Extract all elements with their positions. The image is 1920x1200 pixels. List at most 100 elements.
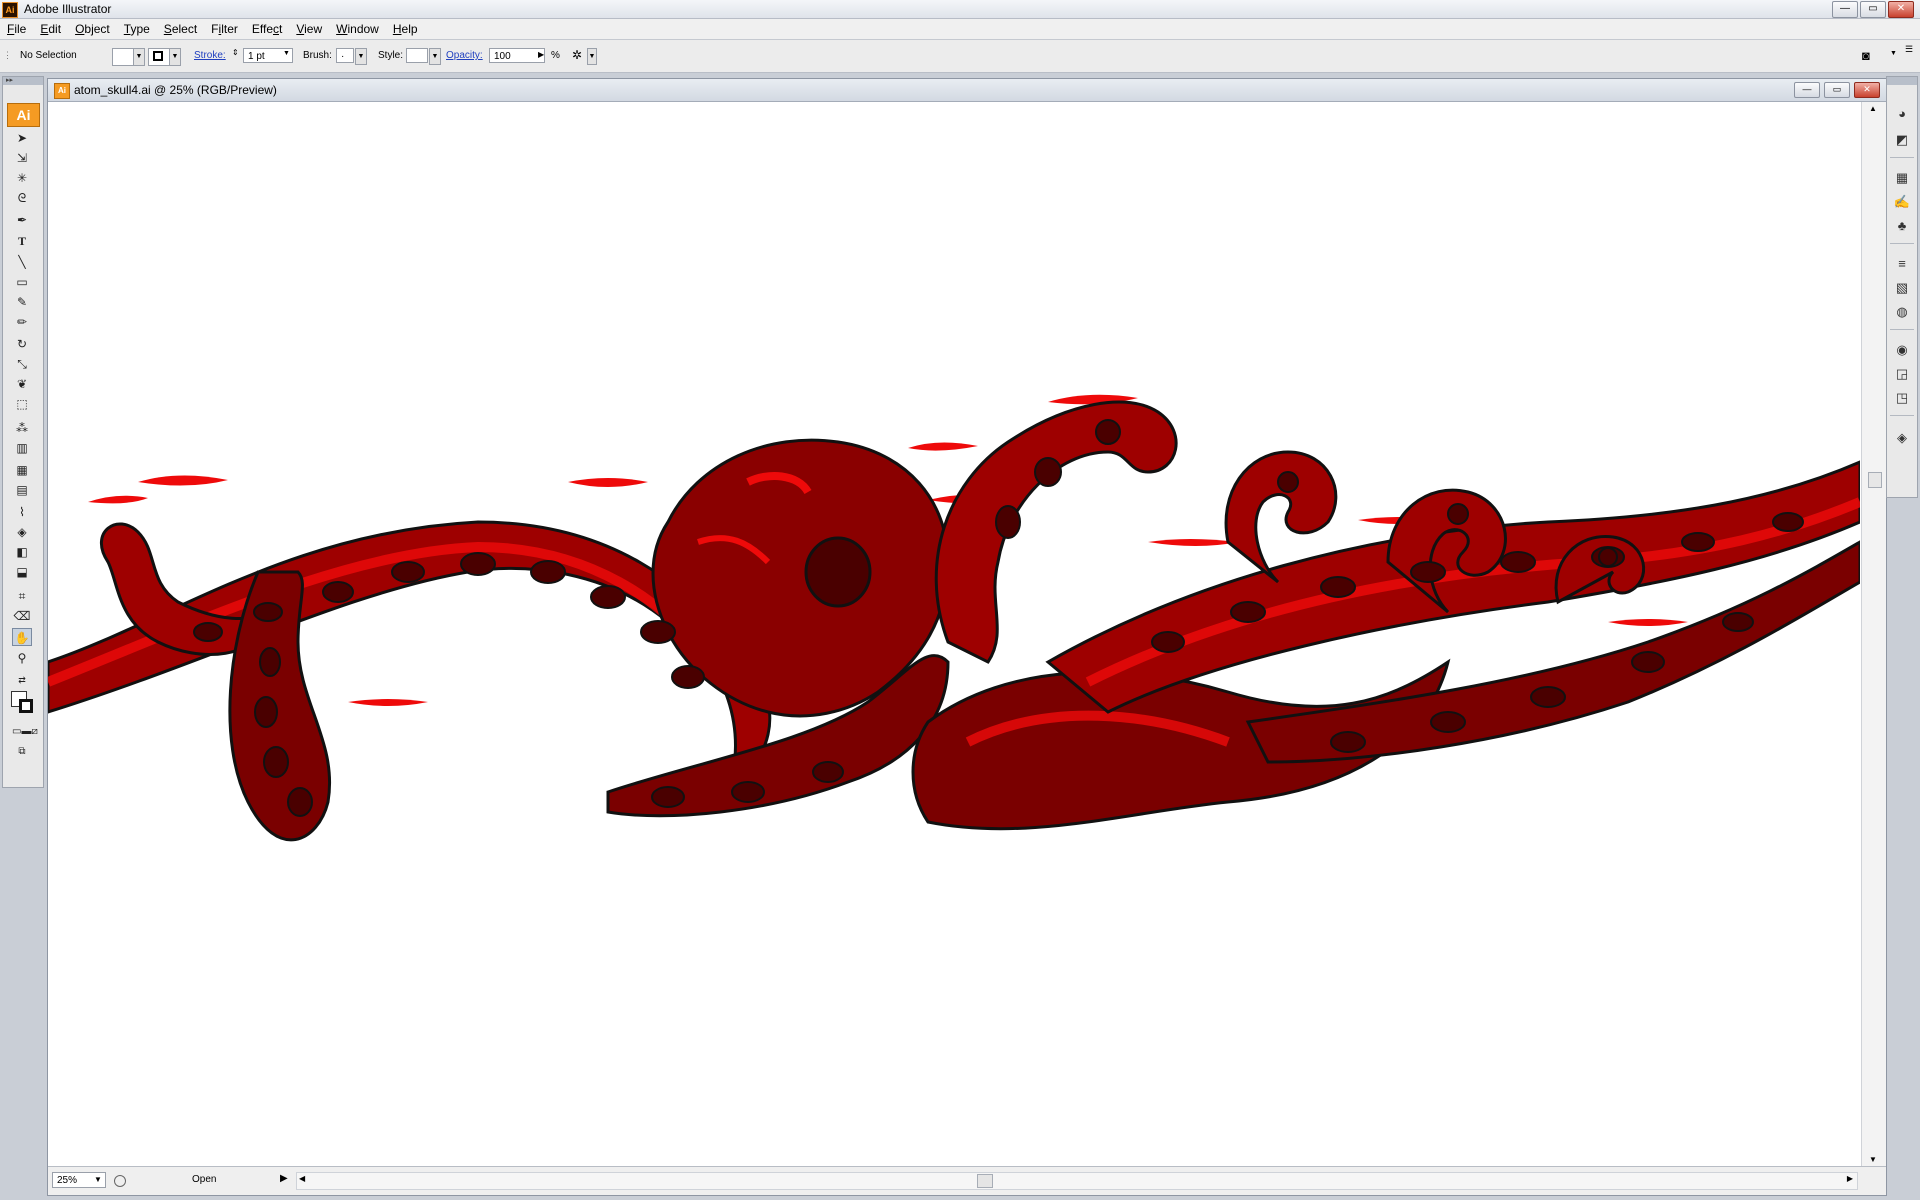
status-text[interactable]: Open (192, 1174, 216, 1185)
panel-menu-icon[interactable]: ☰ (1905, 44, 1913, 55)
eraser-tool-icon[interactable]: ⌫ (12, 607, 32, 625)
blend-tool-icon[interactable]: ◈ (12, 523, 32, 541)
style-field[interactable] (406, 48, 428, 63)
menu-effect[interactable]: Effect (245, 22, 289, 36)
app-title: Adobe Illustrator (24, 2, 112, 16)
symbols-panel-icon[interactable]: ♣ (1893, 217, 1911, 235)
style-label: Style: (378, 50, 404, 61)
status-menu-arrow-icon[interactable]: ▶ (280, 1173, 288, 1184)
document-title: atom_skull4.ai @ 25% (RGB/Preview) (74, 83, 277, 97)
stroke-label[interactable]: Stroke: (194, 50, 226, 61)
column-graph-tool-icon[interactable]: ▥ (12, 439, 32, 457)
swap-fill-stroke-icon[interactable]: ⇄ (12, 671, 32, 689)
tools-panel: ▸▸ Ai ➤ ⇲ ✳ ᘓ ✒ T ╲ ▭ ✎ ✏ ↻ ⤡ ❦ ⬚ ⁂ ▥ ▦ … (2, 76, 44, 788)
menu-filter[interactable]: Filter (204, 22, 245, 36)
close-button[interactable]: ✕ (1888, 1, 1914, 18)
line-tool-icon[interactable]: ╲ (12, 253, 32, 271)
restore-button[interactable]: ▭ (1860, 1, 1886, 18)
graphic-styles-alt-icon[interactable]: ◳ (1893, 389, 1911, 407)
pencil-tool-icon[interactable]: ✏ (12, 313, 32, 331)
slice-tool-icon[interactable]: ⌗ (12, 587, 32, 605)
stroke-color-box[interactable] (19, 699, 33, 713)
menu-edit[interactable]: Edit (33, 22, 68, 36)
document-minimize-icon[interactable]: — (1794, 82, 1820, 98)
scroll-left-icon[interactable]: ◀ (299, 1174, 305, 1183)
eyedropper-tool-icon[interactable]: ⌇ (12, 503, 32, 521)
hand-tool-icon[interactable]: ✋ (12, 628, 32, 646)
brushes-panel-icon[interactable]: ✍ (1893, 193, 1911, 211)
color-panel-icon[interactable]: ◕ (1893, 105, 1911, 123)
fill-dropdown-icon[interactable]: ▼ (133, 48, 145, 66)
recolor-icon[interactable]: ✲ (572, 48, 582, 62)
stroke-swatch[interactable] (148, 48, 170, 66)
direct-selection-tool-icon[interactable]: ⇲ (12, 149, 32, 167)
vertical-scroll-thumb[interactable] (1868, 472, 1882, 488)
magic-wand-tool-icon[interactable]: ✳ (12, 169, 32, 187)
stroke-color-dropdown-icon[interactable]: ▼ (169, 48, 181, 66)
zoom-dropdown-icon[interactable]: ▼ (94, 1172, 102, 1188)
opacity-label[interactable]: Opacity: (446, 50, 483, 61)
menu-type[interactable]: Type (117, 22, 157, 36)
window-controls: — ▭ ✕ (1832, 1, 1914, 18)
status-history-icon[interactable] (114, 1175, 126, 1187)
stroke-stepper-icon[interactable]: ⇕ (232, 48, 239, 57)
opacity-field[interactable]: 100 (489, 48, 545, 63)
horizontal-scrollbar[interactable]: ◀ ▶ (296, 1172, 1858, 1190)
stroke-panel-icon[interactable]: ≡ (1893, 255, 1911, 273)
brush-field[interactable]: · (336, 48, 354, 63)
rectangle-tool-icon[interactable]: ▭ (12, 273, 32, 291)
symbol-sprayer-tool-icon[interactable]: ⁂ (12, 419, 32, 437)
paintbrush-tool-icon[interactable]: ✎ (12, 293, 32, 311)
live-paint-bucket-tool-icon[interactable]: ◧ (12, 543, 32, 561)
layers-panel-icon[interactable]: ◈ (1893, 429, 1911, 447)
document-ai-icon: Ai (54, 83, 70, 99)
type-tool-icon[interactable]: T (12, 232, 32, 250)
warp-tool-icon[interactable]: ❦ (12, 375, 32, 393)
style-dropdown-icon[interactable]: ▼ (429, 48, 441, 65)
appearance-panel-icon[interactable]: ◉ (1893, 341, 1911, 359)
menu-file[interactable]: File (0, 22, 33, 36)
graphic-styles-panel-icon[interactable]: ◲ (1893, 365, 1911, 383)
transparency-panel-icon[interactable]: ◍ (1893, 303, 1911, 321)
menu-select[interactable]: Select (157, 22, 204, 36)
color-mode-icons[interactable]: ▭▬⧄ (12, 723, 38, 741)
screen-mode-icon[interactable]: ⧉ (12, 743, 32, 761)
zoom-tool-icon[interactable]: ⚲ (12, 649, 32, 667)
scroll-up-icon[interactable]: ▲ (1869, 104, 1877, 113)
right-dock-grip[interactable] (1887, 77, 1917, 85)
artboard-canvas[interactable] (48, 102, 1860, 1166)
color-guide-icon[interactable]: ◩ (1893, 131, 1911, 149)
document-close-icon[interactable]: ✕ (1854, 82, 1880, 98)
vertical-scrollbar[interactable]: ▲ ▼ (1861, 102, 1886, 1166)
tools-panel-grip[interactable]: ▸▸ (3, 77, 43, 85)
mesh-tool-icon[interactable]: ▦ (12, 461, 32, 479)
horizontal-scroll-thumb[interactable] (977, 1174, 993, 1188)
menu-help[interactable]: Help (386, 22, 425, 36)
live-paint-selection-tool-icon[interactable]: ⬓ (12, 563, 32, 581)
pen-tool-icon[interactable]: ✒ (12, 211, 32, 229)
swatches-panel-icon[interactable]: ▦ (1893, 169, 1911, 187)
menu-object[interactable]: Object (68, 22, 117, 36)
opacity-arrow-icon[interactable]: ▶ (538, 50, 544, 59)
gradient-tool-icon[interactable]: ▤ (12, 481, 32, 499)
scale-tool-icon[interactable]: ⤡ (12, 355, 32, 373)
selection-tool-icon[interactable]: ➤ (12, 129, 32, 147)
menu-view[interactable]: View (289, 22, 329, 36)
panel-grip-icon[interactable]: ⋮ (3, 50, 12, 61)
rotate-tool-icon[interactable]: ↻ (12, 335, 32, 353)
document-restore-icon[interactable]: ▭ (1824, 82, 1850, 98)
camera-icon[interactable]: ◙ (1862, 48, 1870, 63)
stroke-weight-dropdown-icon[interactable]: ▼ (283, 50, 290, 57)
brush-dropdown-icon[interactable]: ▼ (355, 48, 367, 65)
lasso-tool-icon[interactable]: ᘓ (12, 189, 32, 207)
recolor-dropdown-icon[interactable]: ▼ (587, 48, 597, 65)
control-menu-dropdown-icon[interactable]: ▼ (1890, 50, 1897, 57)
gradient-panel-icon[interactable]: ▧ (1893, 279, 1911, 297)
minimize-button[interactable]: — (1832, 1, 1858, 18)
dock-separator (1890, 415, 1914, 416)
fill-swatch[interactable] (112, 48, 134, 66)
scroll-down-icon[interactable]: ▼ (1869, 1155, 1877, 1164)
scroll-right-icon[interactable]: ▶ (1847, 1174, 1853, 1183)
free-transform-tool-icon[interactable]: ⬚ (12, 395, 32, 413)
menu-window[interactable]: Window (329, 22, 386, 36)
